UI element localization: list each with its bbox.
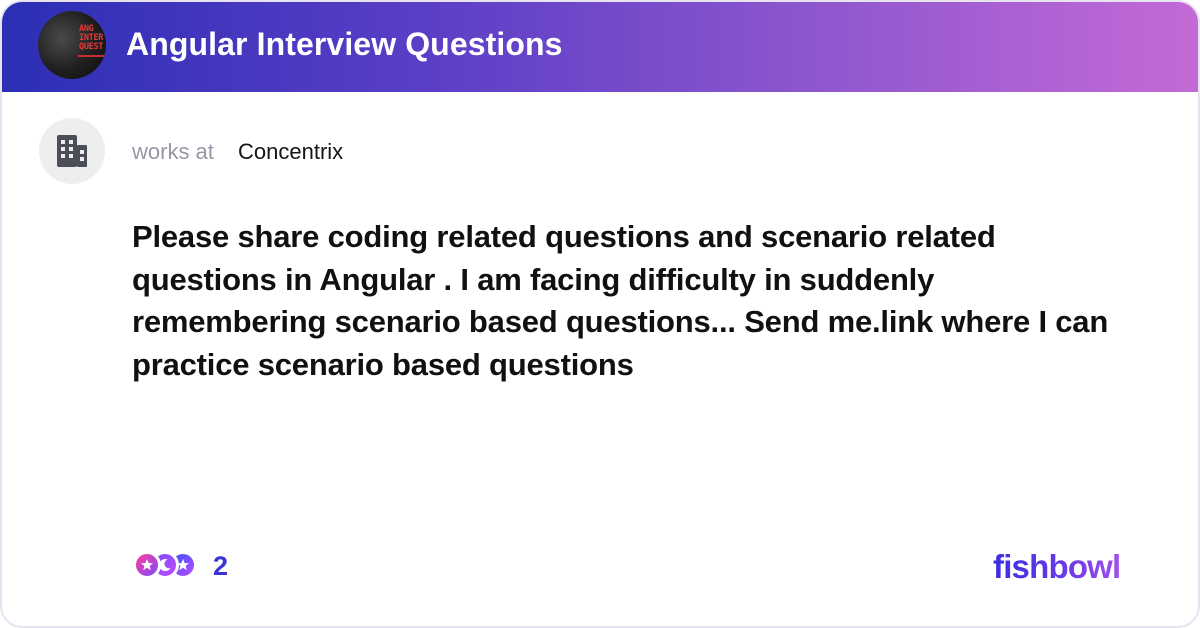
bowl-avatar-underline [78,55,106,57]
bowl-avatar[interactable]: ANG INTER QUEST [38,11,106,79]
post-card[interactable]: ANG INTER QUEST Angular Interview Questi… [0,0,1200,628]
post-text: Please share coding related questions an… [132,219,1109,382]
bowl-title[interactable]: Angular Interview Questions [126,26,563,63]
star-reaction-icon [133,551,161,579]
bowl-header[interactable]: ANG INTER QUEST Angular Interview Questi… [2,2,1198,92]
company-avatar [39,118,105,184]
bowl-avatar-text-line: QUEST [79,42,104,52]
company-name[interactable]: Concentrix [238,139,343,165]
works-at-label: works at [132,139,214,164]
building-icon [57,135,87,167]
bowl-avatar-text: ANG INTER QUEST [79,25,106,52]
reaction-count[interactable]: 2 [213,551,228,582]
fishbowl-logo[interactable]: fishbowl [993,548,1121,586]
reactions-group[interactable] [133,551,199,581]
